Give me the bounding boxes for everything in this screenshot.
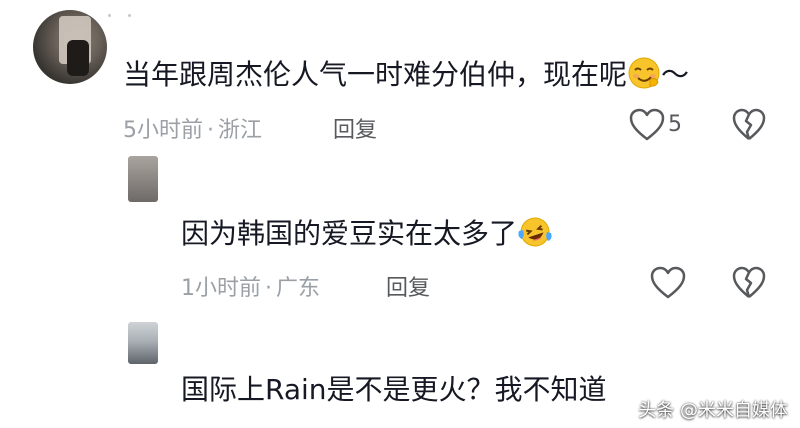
comment-body: 国际上Rain是不是更火？我不知道 [181,373,607,406]
comment-text: 当年跟周杰伦人气一时难分伯仲，现在呢 ～ [123,56,689,99]
broken-heart-icon [732,108,766,140]
reply-button[interactable]: 回复 [333,112,377,144]
location: 浙江 [218,118,263,143]
dislike-button[interactable] [732,266,766,300]
avatar[interactable] [128,322,158,364]
smirk-face-icon [627,56,661,99]
comment-text: 国际上Rain是不是更火？我不知道 [181,372,607,408]
comment-meta: 5小时前 · 浙江 [123,112,262,144]
meta-separator: · [207,118,214,143]
timestamp: 1小时前 [181,276,261,301]
like-button[interactable] [650,266,686,300]
comment-text: 因为韩国的爱豆实在太多了 [181,215,553,258]
divider-dot [108,14,111,17]
avatar[interactable] [33,10,107,84]
heart-icon [650,266,686,299]
like-count: 5 [668,112,682,137]
like-button[interactable] [629,108,665,142]
timestamp: 5小时前 [123,118,203,143]
divider-dot [128,14,131,17]
comment-body: 因为韩国的爱豆实在太多了 [181,217,518,250]
dislike-button[interactable] [732,108,766,142]
broken-heart-icon [732,266,766,298]
reply-button[interactable]: 回复 [386,270,430,302]
avatar[interactable] [128,156,158,202]
meta-separator: · [265,276,272,301]
location: 广东 [276,276,321,301]
comment-meta: 1小时前 · 广东 [181,270,320,302]
comment-body: 当年跟周杰伦人气一时难分伯仲，现在呢 [123,58,628,91]
heart-icon [629,108,665,141]
laughing-tears-icon [517,215,553,258]
comment-suffix: ～ [661,58,690,91]
watermark: 头条 @米米自媒体 [638,400,788,421]
